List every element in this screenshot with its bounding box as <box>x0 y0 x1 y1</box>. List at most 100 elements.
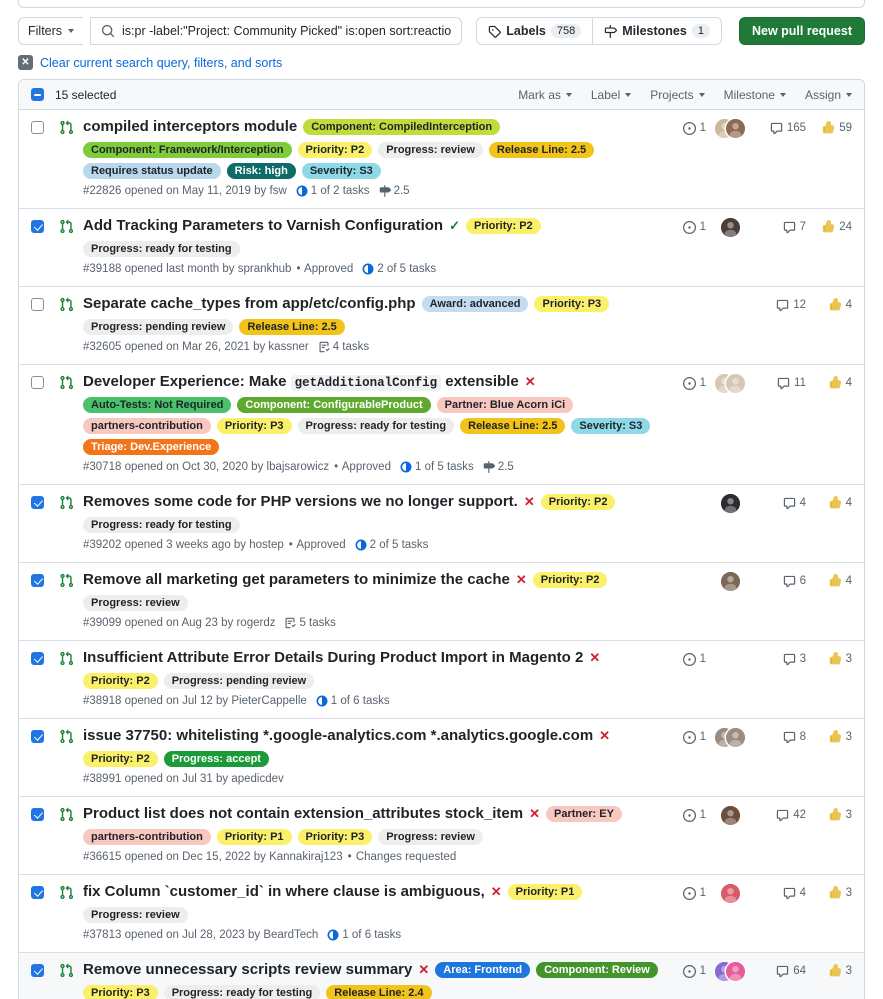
issue-label[interactable]: Progress: ready for testing <box>163 984 321 999</box>
pull-request-title[interactable]: compiled interceptors module <box>83 118 297 137</box>
comment-count[interactable]: 42 <box>754 806 806 824</box>
comment-count[interactable]: 11 <box>754 374 806 392</box>
issue-label[interactable]: Partner: EY <box>546 806 622 823</box>
avatar[interactable] <box>726 373 745 393</box>
bulk-action-milestone[interactable]: Milestone <box>724 88 786 102</box>
search-input[interactable] <box>122 24 452 38</box>
row-checkbox[interactable] <box>31 730 44 743</box>
issue-label[interactable]: partners-contribution <box>83 828 211 845</box>
pull-request-title[interactable]: Developer Experience: Make getAdditional… <box>83 373 519 392</box>
avatar[interactable] <box>726 118 745 138</box>
issue-label[interactable]: Priority: P2 <box>83 672 158 689</box>
row-checkbox[interactable] <box>31 652 44 665</box>
issue-label[interactable]: Release Line: 2.4 <box>326 984 432 999</box>
issue-label[interactable]: Progress: ready for testing <box>83 516 240 533</box>
row-checkbox[interactable] <box>31 121 44 134</box>
issue-label[interactable]: Priority: P2 <box>83 750 158 767</box>
comment-count[interactable]: 64 <box>754 962 806 980</box>
issue-label[interactable]: Progress: review <box>83 906 188 923</box>
avatar[interactable] <box>720 883 740 903</box>
issue-label[interactable]: Component: Review <box>536 962 658 979</box>
issue-label[interactable]: Release Line: 2.5 <box>239 318 345 335</box>
avatar[interactable] <box>720 805 740 825</box>
issue-label[interactable]: Progress: ready for testing <box>83 240 240 257</box>
issue-label[interactable]: Triage: Dev.Experience <box>83 438 220 455</box>
avatar[interactable] <box>720 217 740 237</box>
row-checkbox[interactable] <box>31 574 44 587</box>
new-pull-request-button[interactable]: New pull request <box>738 17 865 45</box>
pull-request-title[interactable]: Insufficient Attribute Error Details Dur… <box>83 649 583 668</box>
issue-label[interactable]: Progress: review <box>378 828 483 845</box>
clear-search-row[interactable]: ✕ Clear current search query, filters, a… <box>0 45 883 79</box>
pull-request-title[interactable]: fix Column `customer_id` in where clause… <box>83 883 485 902</box>
comment-count[interactable]: 3 <box>754 650 806 668</box>
labels-button[interactable]: Labels 758 <box>476 17 594 45</box>
issue-label[interactable]: Priority: P3 <box>83 984 158 999</box>
issue-label[interactable]: Severity: S3 <box>301 162 381 179</box>
row-checkbox[interactable] <box>31 376 44 389</box>
issue-label[interactable]: Progress: accept <box>163 750 269 767</box>
issue-label[interactable]: partners-contribution <box>83 417 211 434</box>
issue-label[interactable]: Priority: P2 <box>297 141 373 158</box>
comment-count[interactable]: 12 <box>754 296 806 314</box>
issue-label[interactable]: Priority: P3 <box>297 828 373 845</box>
comment-count[interactable]: 6 <box>754 572 806 590</box>
issue-label[interactable]: Release Line: 2.5 <box>460 417 566 434</box>
row-milestone[interactable]: 2.5 <box>379 183 410 200</box>
issue-label[interactable]: Progress: pending review <box>163 672 315 689</box>
row-milestone[interactable]: 2.5 <box>483 459 514 476</box>
select-all-checkbox[interactable] <box>31 88 44 101</box>
issue-label[interactable]: Progress: ready for testing <box>297 417 455 434</box>
issue-label[interactable]: Progress: review <box>83 594 188 611</box>
pull-request-title[interactable]: Remove all marketing get parameters to m… <box>83 571 510 590</box>
issue-label[interactable]: Release Line: 2.5 <box>488 141 595 158</box>
filters-dropdown-button[interactable]: Filters <box>18 17 84 45</box>
issue-label[interactable]: Progress: review <box>378 141 483 158</box>
comment-count[interactable]: 4 <box>754 884 806 902</box>
issue-label[interactable]: Priority: P3 <box>534 296 610 313</box>
pull-request-title[interactable]: Removes some code for PHP versions we no… <box>83 493 518 512</box>
avatar[interactable] <box>726 727 745 747</box>
avatar[interactable] <box>720 493 740 513</box>
bulk-action-projects[interactable]: Projects <box>650 88 705 102</box>
issue-label[interactable]: Severity: S3 <box>571 417 651 434</box>
issue-label[interactable]: Priority: P2 <box>465 218 541 235</box>
issue-label[interactable]: Priority: P1 <box>507 884 583 901</box>
comment-count[interactable]: 165 <box>754 119 806 137</box>
issue-label[interactable]: Auto-Tests: Not Required <box>83 396 232 413</box>
issue-label[interactable]: Component: ConfigurableProduct <box>237 396 431 413</box>
row-checkbox[interactable] <box>31 220 44 233</box>
row-checkbox[interactable] <box>31 964 44 977</box>
pull-request-title[interactable]: Product list does not contain extension_… <box>83 805 523 824</box>
issue-label[interactable]: Requires status update <box>83 162 221 179</box>
pull-request-title[interactable]: Remove unnecessary scripts review summar… <box>83 961 412 980</box>
avatar[interactable] <box>726 961 745 981</box>
comment-count[interactable]: 7 <box>754 218 806 236</box>
avatar[interactable] <box>720 571 740 591</box>
pull-request-title[interactable]: Separate cache_types from app/etc/config… <box>83 295 416 314</box>
issue-label[interactable]: Priority: P2 <box>540 494 616 511</box>
issue-label[interactable]: Area: Frontend <box>435 962 531 979</box>
bulk-action-label[interactable]: Label <box>591 88 632 102</box>
issue-label[interactable]: Partner: Blue Acorn iCi <box>436 396 574 413</box>
issue-label[interactable]: Progress: pending review <box>83 318 234 335</box>
pull-request-title[interactable]: Add Tracking Parameters to Varnish Confi… <box>83 217 443 236</box>
pull-request-title[interactable]: issue 37750: whitelisting *.google-analy… <box>83 727 593 746</box>
issue-label[interactable]: Priority: P3 <box>216 417 292 434</box>
issue-label[interactable]: Priority: P2 <box>532 572 608 589</box>
issue-label[interactable]: Award: advanced <box>421 296 529 313</box>
comment-count[interactable]: 4 <box>754 494 806 512</box>
issue-label[interactable]: Priority: P1 <box>216 828 292 845</box>
row-checkbox[interactable] <box>31 886 44 899</box>
bulk-action-mark-as[interactable]: Mark as <box>518 88 572 102</box>
row-checkbox[interactable] <box>31 298 44 311</box>
row-checkbox[interactable] <box>31 808 44 821</box>
issue-label[interactable]: Component: Framework/Interception <box>83 141 292 158</box>
row-checkbox[interactable] <box>31 496 44 509</box>
bulk-action-assign[interactable]: Assign <box>805 88 852 102</box>
comment-count[interactable]: 8 <box>754 728 806 746</box>
milestones-button[interactable]: Milestones 1 <box>593 17 722 45</box>
issue-label[interactable]: Risk: high <box>226 162 296 179</box>
search-field-wrapper[interactable] <box>90 17 463 45</box>
issue-label[interactable]: Component: CompiledInterception <box>303 119 501 136</box>
